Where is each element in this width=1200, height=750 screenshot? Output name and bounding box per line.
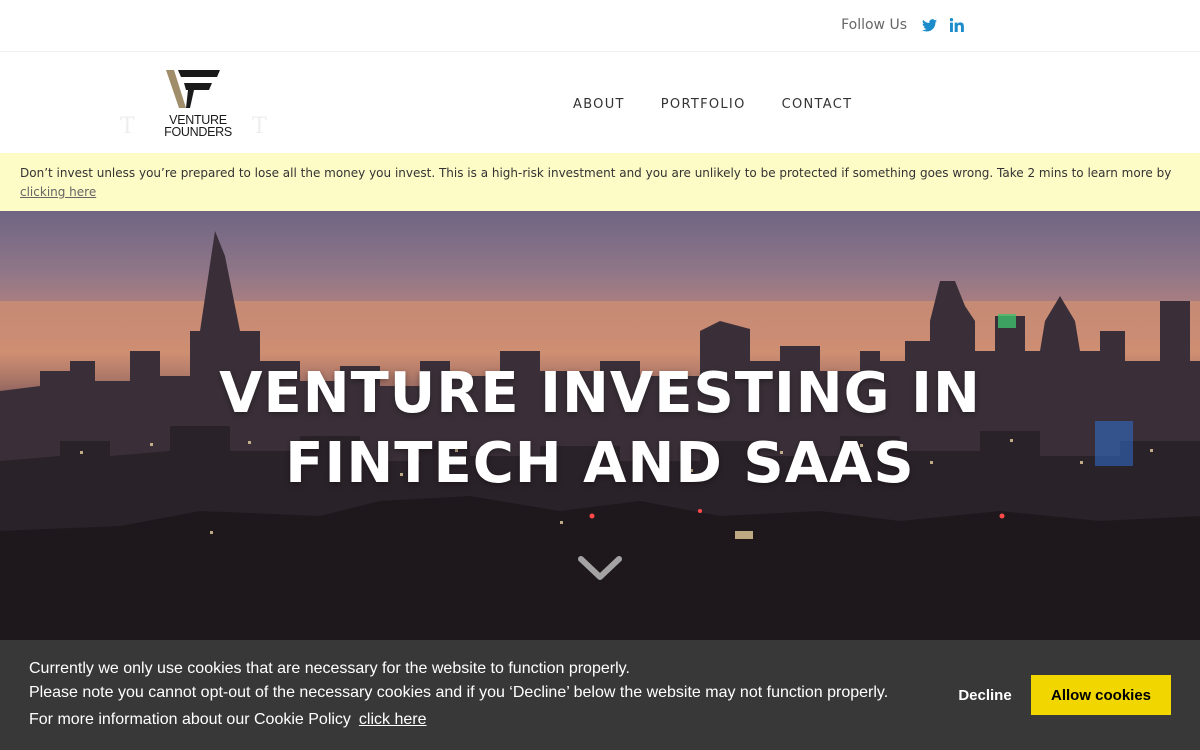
cookie-consent-bar: Currently we only use cookies that are n…	[0, 640, 1200, 750]
nav-portfolio[interactable]: PORTFOLIO	[661, 97, 746, 112]
logo-text-founders: FOUNDERS	[164, 125, 232, 139]
venture-founders-logo[interactable]: T T VENTURE FOUNDERS	[120, 64, 267, 144]
allow-cookies-button[interactable]: Allow cookies	[1031, 675, 1171, 715]
hero-title-line1: VENTURE INVESTING IN	[219, 361, 981, 426]
follow-us: Follow Us	[841, 17, 965, 33]
risk-warning-text: Don’t invest unless you’re prepared to l…	[20, 166, 1172, 180]
decline-cookies-button[interactable]: Decline	[940, 675, 1030, 715]
hero-section: VENTURE INVESTING IN FINTECH AND SAAS	[0, 211, 1200, 640]
follow-us-label: Follow Us	[841, 17, 907, 33]
logo-decoration: T	[120, 114, 135, 139]
cookie-message-line1: Currently we only use cookies that are n…	[29, 660, 630, 677]
hero-title-line2: FINTECH AND SAAS	[285, 431, 915, 496]
cookie-message-line2: Please note you cannot opt-out of the ne…	[29, 684, 889, 701]
cookie-message: Currently we only use cookies that are n…	[29, 657, 888, 732]
logo-decoration: T	[252, 114, 267, 139]
nav-contact[interactable]: CONTACT	[782, 97, 853, 112]
twitter-icon[interactable]	[921, 17, 937, 33]
top-bar: Follow Us	[0, 0, 1200, 52]
logo-mark-icon	[166, 70, 220, 108]
hero-title: VENTURE INVESTING IN FINTECH AND SAAS	[0, 359, 1200, 499]
linkedin-icon[interactable]	[949, 17, 965, 33]
cookie-message-line3: For more information about our Cookie Po…	[29, 711, 351, 728]
chevron-down-icon[interactable]	[577, 553, 623, 583]
nav-about[interactable]: ABOUT	[573, 97, 625, 112]
cookie-policy-link[interactable]: click here	[359, 711, 427, 728]
risk-warning-link[interactable]: clicking here	[20, 185, 96, 199]
risk-warning-banner: Don’t invest unless you’re prepared to l…	[0, 153, 1200, 211]
main-nav: ABOUT PORTFOLIO CONTACT	[573, 97, 852, 112]
site-header: T T VENTURE FOUNDERS ABOUT PORTFOLIO CON…	[0, 52, 1200, 153]
